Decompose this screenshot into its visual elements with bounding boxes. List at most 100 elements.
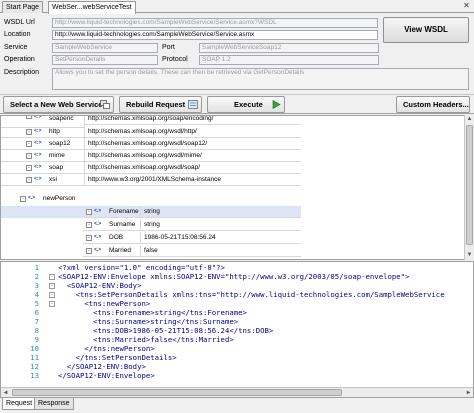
view-wsdl-button[interactable]: View WSDL	[383, 17, 469, 43]
expand-icon[interactable]: -	[26, 141, 32, 147]
tab-response[interactable]: Response	[34, 398, 74, 410]
namespace-icon: <:>	[34, 176, 42, 182]
execute-button[interactable]: Execute	[207, 96, 285, 113]
service-field[interactable]: SampleWebService	[52, 43, 158, 53]
tree-row-married[interactable]: - <.> Married false	[1, 245, 301, 257]
xml-editor[interactable]: 1 2 3 4 5 6 7 8 9 10 11 12 13 - - - - <?…	[0, 261, 474, 398]
scroll-down-icon[interactable]: ▼	[465, 251, 474, 260]
namespace-prefix: mime	[49, 152, 65, 159]
collapse-icon[interactable]: -	[20, 196, 26, 202]
toolbar: Select a New Web Service Rebuild Request…	[0, 94, 474, 114]
description-label: Description	[4, 69, 40, 76]
play-icon	[272, 100, 281, 109]
rebuild-request-label: Rebuild Request	[126, 100, 186, 109]
request-tree: - <:> soapenc http://schemas.xmlsoap.org…	[0, 115, 470, 260]
tree-row[interactable]: - <:> http http://schemas.xmlsoap.org/ws…	[1, 126, 461, 138]
scroll-left-icon[interactable]: ◀	[1, 388, 10, 397]
field-value[interactable]: string	[141, 206, 301, 218]
line-number: 13	[30, 371, 39, 380]
namespace-icon: <:>	[34, 115, 42, 120]
wsdl-url-label: WSDL Url	[4, 19, 35, 26]
scroll-right-icon[interactable]: ▶	[464, 388, 473, 397]
fold-toggle-icon[interactable]: -	[49, 301, 55, 307]
namespace-prefix: xsi	[49, 176, 57, 183]
field-value[interactable]: false	[141, 245, 301, 257]
select-web-service-button[interactable]: Select a New Web Service	[3, 96, 114, 113]
tree-row-newperson[interactable]: - <.> newPerson	[1, 193, 461, 205]
line-number-gutter: 1 2 3 4 5 6 7 8 9 10 11 12 13	[1, 262, 45, 382]
element-icon: <.>	[94, 234, 102, 240]
namespace-prefix: soap	[49, 164, 64, 171]
field-value[interactable]: 1986-05-21T15:08:56.24	[141, 232, 301, 244]
fold-toggle-icon[interactable]: -	[49, 283, 55, 289]
wsdl-url-field[interactable]: http://www.liquid-technologies.com/Sampl…	[52, 18, 378, 28]
operation-label: Operation	[4, 56, 35, 63]
select-web-service-label: Select a New Web Service	[10, 100, 103, 109]
namespace-uri: http://schemas.xmlsoap.org/soap/encoding…	[85, 116, 301, 125]
expand-icon[interactable]: -	[26, 165, 32, 171]
rebuild-request-button[interactable]: Rebuild Request	[119, 96, 202, 113]
custom-headers-button[interactable]: Custom Headers...	[396, 96, 470, 113]
service-label: Service	[4, 44, 28, 51]
tree-row[interactable]: - <:> soap http://schemas.xmlsoap.org/ws…	[1, 162, 461, 174]
field-name: Forename	[109, 208, 139, 215]
namespace-uri: http://schemas.xmlsoap.org/wsdl/http/	[85, 126, 301, 138]
tree-row-surname[interactable]: - <.> Surname string	[1, 219, 301, 231]
expand-icon[interactable]: -	[26, 177, 32, 183]
scroll-up-icon[interactable]: ▲	[465, 115, 474, 124]
tab-webservice-test[interactable]: WebSer...webServiceTest	[48, 1, 136, 14]
fold-toggle-icon[interactable]: -	[49, 292, 55, 298]
port-label: Port	[162, 44, 175, 51]
document-tabs: Start Page WebSer...webServiceTest ✕	[0, 0, 474, 14]
expand-icon[interactable]: -	[86, 248, 92, 254]
description-field: Allows you to set the person details. Th…	[52, 68, 469, 90]
element-icon: <.>	[94, 208, 102, 214]
expand-icon[interactable]: -	[26, 153, 32, 159]
tree-row-forename[interactable]: - <.> Forename string	[1, 206, 301, 218]
namespace-prefix: soapenc	[49, 115, 74, 122]
namespace-icon: <:>	[34, 140, 42, 146]
namespace-uri: http://schemas.xmlsoap.org/wsdl/mime/	[85, 150, 301, 162]
element-name: newPerson	[43, 195, 76, 202]
code-line: </SOAP12-ENV:Envelope>	[58, 371, 155, 380]
protocol-label: Protocol	[162, 56, 188, 63]
location-field[interactable]: http://www.liquid-technologies.com/Sampl…	[52, 30, 378, 40]
expand-icon[interactable]: -	[86, 209, 92, 215]
protocol-field[interactable]: SOAP 1.2	[199, 55, 379, 65]
tree-row[interactable]: - <:> soap12 http://schemas.xmlsoap.org/…	[1, 138, 461, 150]
scrollbar-thumb[interactable]	[12, 389, 342, 396]
scrollbar-thumb[interactable]	[466, 125, 473, 245]
namespace-uri: http://schemas.xmlsoap.org/wsdl/soap/	[85, 162, 301, 174]
field-value[interactable]: string	[141, 219, 301, 231]
web-service-icon	[100, 100, 110, 109]
element-icon: <.>	[94, 221, 102, 227]
port-field[interactable]: SampleWebServiceSoap12	[199, 43, 379, 53]
namespace-prefix: http	[49, 128, 60, 135]
field-name: Surname	[109, 221, 136, 228]
element-icon: <.>	[94, 247, 102, 253]
close-tab-icon[interactable]: ✕	[462, 2, 471, 10]
request-response-tabs: Request Response	[0, 398, 474, 413]
editor-horizontal-scrollbar[interactable]: ◀ ▶	[1, 387, 473, 397]
operation-field[interactable]: SetPersonDetails	[52, 55, 158, 65]
tab-start-page[interactable]: Start Page	[2, 1, 44, 13]
tree-row-dob[interactable]: - <.> DOB 1986-05-21T15:08:56.24	[1, 232, 301, 244]
fold-toggle-icon[interactable]: -	[49, 274, 55, 280]
expand-icon[interactable]: -	[86, 235, 92, 241]
namespace-icon: <:>	[34, 164, 42, 170]
execute-label: Execute	[234, 100, 263, 109]
location-label: Location	[4, 31, 31, 38]
tree-row[interactable]: - <:> xsi http://www.w3.org/2001/XMLSche…	[1, 174, 461, 186]
expand-icon[interactable]: -	[26, 116, 32, 119]
namespace-icon: <:>	[34, 128, 42, 134]
expand-icon[interactable]: -	[86, 222, 92, 228]
tree-row[interactable]: - <:> mime http://schemas.xmlsoap.org/ws…	[1, 150, 461, 162]
namespace-prefix: soap12	[49, 140, 71, 147]
rebuild-icon	[188, 100, 198, 109]
tree-vertical-scrollbar[interactable]: ▲ ▼	[464, 115, 474, 260]
namespace-icon: <:>	[34, 152, 42, 158]
namespace-uri: http://www.w3.org/2001/XMLSchema-instanc…	[85, 174, 301, 186]
namespace-uri: http://schemas.xmlsoap.org/wsdl/soap12/	[85, 138, 301, 150]
expand-icon[interactable]: -	[26, 129, 32, 135]
tab-request[interactable]: Request	[2, 398, 37, 410]
